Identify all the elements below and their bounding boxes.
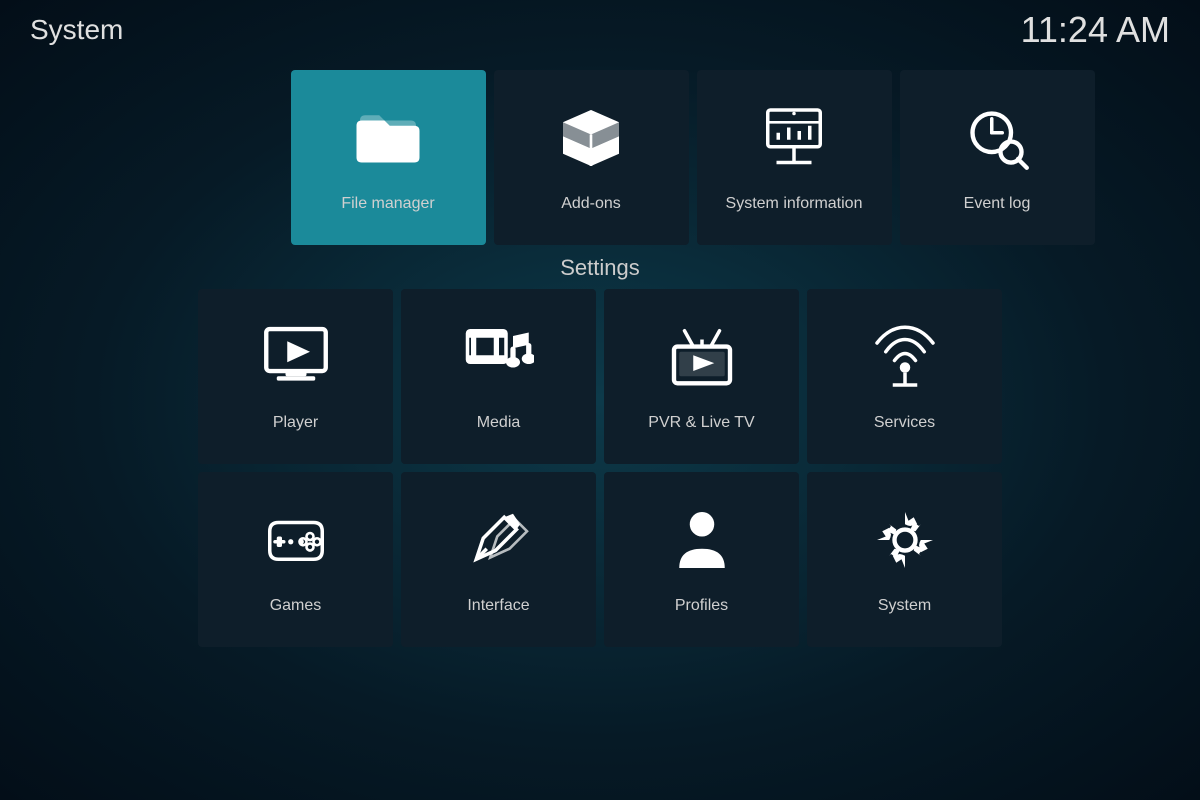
tile-player-label: Player — [273, 414, 318, 432]
tile-player[interactable]: Player — [198, 289, 393, 464]
tile-file-manager-label: File manager — [341, 195, 434, 213]
tile-system[interactable]: System — [807, 472, 1002, 647]
clock: 11:24 AM — [1021, 9, 1170, 51]
tile-event-log-label: Event log — [964, 195, 1031, 213]
settings-section-label: Settings — [0, 255, 1200, 281]
tile-add-ons-label: Add-ons — [561, 195, 621, 213]
file-manager-icon — [353, 103, 423, 183]
tile-profiles-label: Profiles — [675, 597, 728, 615]
profiles-icon — [667, 505, 737, 585]
tile-games[interactable]: Games — [198, 472, 393, 647]
top-row: File manager Add-ons — [291, 70, 1095, 245]
pvr-live-tv-icon — [667, 322, 737, 402]
tile-system-information[interactable]: System information — [697, 70, 892, 245]
tile-event-log[interactable]: Event log — [900, 70, 1095, 245]
tile-games-label: Games — [270, 597, 322, 615]
tile-system-information-label: System information — [726, 195, 863, 213]
games-icon — [261, 505, 331, 585]
tile-services[interactable]: Services — [807, 289, 1002, 464]
system-information-icon — [759, 103, 829, 183]
tile-add-ons[interactable]: Add-ons — [494, 70, 689, 245]
tile-media[interactable]: Media — [401, 289, 596, 464]
settings-row-1: Player Media — [198, 289, 1002, 464]
event-log-icon — [962, 103, 1032, 183]
media-icon — [464, 322, 534, 402]
services-icon — [870, 322, 940, 402]
tile-services-label: Services — [874, 414, 935, 432]
add-ons-icon — [556, 103, 626, 183]
system-icon — [870, 505, 940, 585]
tile-pvr-live-tv-label: PVR & Live TV — [648, 414, 754, 432]
player-icon — [261, 322, 331, 402]
settings-row-2: Games Interface — [198, 472, 1002, 647]
tile-interface-label: Interface — [467, 597, 529, 615]
tile-file-manager[interactable]: File manager — [291, 70, 486, 245]
tile-pvr-live-tv[interactable]: PVR & Live TV — [604, 289, 799, 464]
page-title: System — [30, 14, 123, 46]
tile-system-label: System — [878, 597, 931, 615]
tile-interface[interactable]: Interface — [401, 472, 596, 647]
tile-media-label: Media — [477, 414, 521, 432]
tile-profiles[interactable]: Profiles — [604, 472, 799, 647]
interface-icon — [464, 505, 534, 585]
